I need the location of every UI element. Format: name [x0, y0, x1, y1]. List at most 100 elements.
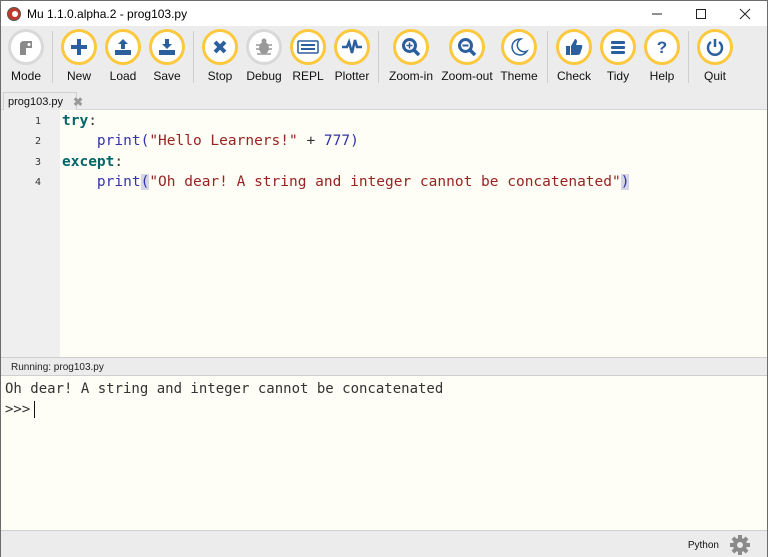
new-label: New — [66, 69, 91, 83]
lines-icon — [611, 41, 625, 54]
stop-label: Stop — [207, 69, 233, 83]
tab-bar: prog103.py ✖ — [1, 90, 767, 110]
zoom-in-label: Zoom-in — [388, 69, 433, 83]
operator: + — [297, 133, 324, 149]
pulse-icon — [342, 38, 362, 54]
tidy-label: Tidy — [606, 69, 630, 83]
svg-text:?: ? — [657, 38, 667, 57]
zoom-out-label: Zoom-out — [441, 69, 493, 83]
help-button[interactable]: ? Help — [640, 26, 684, 83]
tab-prog103[interactable]: prog103.py ✖ — [3, 92, 83, 110]
number-literal: 777 — [323, 133, 351, 149]
repl-prompt: >>> — [5, 401, 31, 418]
tidy-button[interactable]: Tidy — [596, 26, 640, 83]
plotter-button[interactable]: Plotter — [330, 26, 374, 83]
function-name: print — [96, 133, 141, 149]
upload-icon — [115, 39, 131, 55]
theme-label: Theme — [500, 69, 538, 83]
prompt-line[interactable]: >>> — [5, 401, 36, 418]
repl-label: REPL — [292, 69, 324, 83]
check-button[interactable]: Check — [552, 26, 596, 83]
line-number: 3 — [34, 157, 41, 168]
tab-label: prog103.py — [8, 95, 64, 108]
theme-button[interactable]: Theme — [495, 26, 543, 83]
line-number-gutter — [1, 110, 60, 357]
close-icon — [739, 8, 751, 19]
minimize-icon — [652, 13, 662, 14]
mode-indicator[interactable]: Python — [688, 540, 719, 551]
question-icon: ? — [657, 38, 667, 57]
debug-label: Debug — [246, 69, 282, 83]
settings-button[interactable] — [729, 534, 751, 556]
download-icon — [159, 39, 175, 55]
stop-button[interactable]: Stop — [198, 26, 242, 83]
tab-close-icon[interactable]: ✖ — [73, 95, 83, 109]
x-icon — [213, 40, 227, 54]
line-number: 1 — [34, 116, 41, 127]
toolbar-separator — [52, 31, 53, 83]
mode-label: Mode — [10, 69, 42, 83]
thumbs-up-icon — [566, 39, 583, 55]
close-window-button[interactable] — [723, 1, 767, 26]
repl-button[interactable]: REPL — [286, 26, 330, 83]
code-line: print("Hello Learners!" + 777) — [62, 131, 359, 151]
minimize-button[interactable] — [635, 1, 679, 26]
operator: : — [88, 113, 97, 129]
toolbar-separator — [547, 31, 548, 83]
power-icon — [706, 39, 724, 56]
output-pane[interactable]: Oh dear! A string and integer cannot be … — [1, 376, 767, 530]
load-button[interactable]: Load — [101, 26, 145, 83]
plotter-label: Plotter — [334, 69, 370, 83]
save-button[interactable]: Save — [145, 26, 189, 83]
line-number: 2 — [34, 136, 41, 147]
quit-label: Quit — [703, 69, 726, 83]
plus-icon — [71, 39, 87, 55]
matched-paren: ) — [620, 174, 630, 190]
text-cursor — [34, 401, 36, 418]
toolbar-separator — [193, 31, 194, 83]
keyword: try — [62, 113, 89, 129]
runner-title: Running: prog103.py — [1, 357, 767, 376]
operator: : — [114, 154, 124, 170]
mu-logo-icon — [7, 6, 21, 21]
output-line: Oh dear! A string and integer cannot be … — [5, 381, 444, 397]
moon-icon — [511, 38, 529, 56]
new-button[interactable]: New — [57, 26, 101, 83]
debug-button[interactable]: Debug — [242, 26, 286, 83]
title-bar: Mu 1.1.0.alpha.2 - prog103.py — [1, 1, 767, 26]
keyboard-icon — [297, 40, 319, 54]
string-literal: "Oh dear! A string and integer cannot be… — [149, 174, 621, 190]
toolbar-separator — [378, 31, 379, 83]
code-line: print("Oh dear! A string and integer can… — [62, 172, 630, 192]
paren: ) — [350, 133, 359, 149]
toolbar-separator — [688, 31, 689, 83]
zoom-out-icon — [458, 38, 477, 57]
mode-button[interactable]: Mode — [4, 26, 48, 83]
save-label: Save — [153, 69, 181, 83]
zoom-in-icon — [402, 38, 421, 57]
load-label: Load — [109, 69, 137, 83]
paren: ( — [140, 133, 150, 149]
zoom-in-button[interactable]: Zoom-in — [383, 26, 439, 83]
check-label: Check — [556, 69, 591, 83]
zoom-out-button[interactable]: Zoom-out — [439, 26, 495, 83]
status-bar: Python — [1, 530, 767, 557]
quit-button[interactable]: Quit — [693, 26, 737, 83]
code-line: except: — [62, 152, 123, 172]
keyword: except — [62, 154, 115, 170]
bug-icon — [256, 38, 272, 55]
maximize-button[interactable] — [679, 1, 723, 26]
gear-icon — [730, 535, 750, 555]
window-title: Mu 1.1.0.alpha.2 - prog103.py — [27, 6, 188, 21]
code-line: try: — [62, 111, 97, 131]
string-literal: "Hello Learners!" — [149, 133, 298, 149]
code-editor[interactable]: 1 2 3 4 try: print("Hello Learners!" + 7… — [1, 110, 767, 357]
matched-paren: ( — [140, 174, 150, 190]
maximize-icon — [696, 8, 706, 19]
toolbar: Mode New Load Save Stop Debug REPL Plott… — [1, 26, 767, 90]
function-name: print — [96, 174, 141, 190]
mode-icon — [20, 41, 32, 55]
help-label: Help — [649, 69, 675, 83]
